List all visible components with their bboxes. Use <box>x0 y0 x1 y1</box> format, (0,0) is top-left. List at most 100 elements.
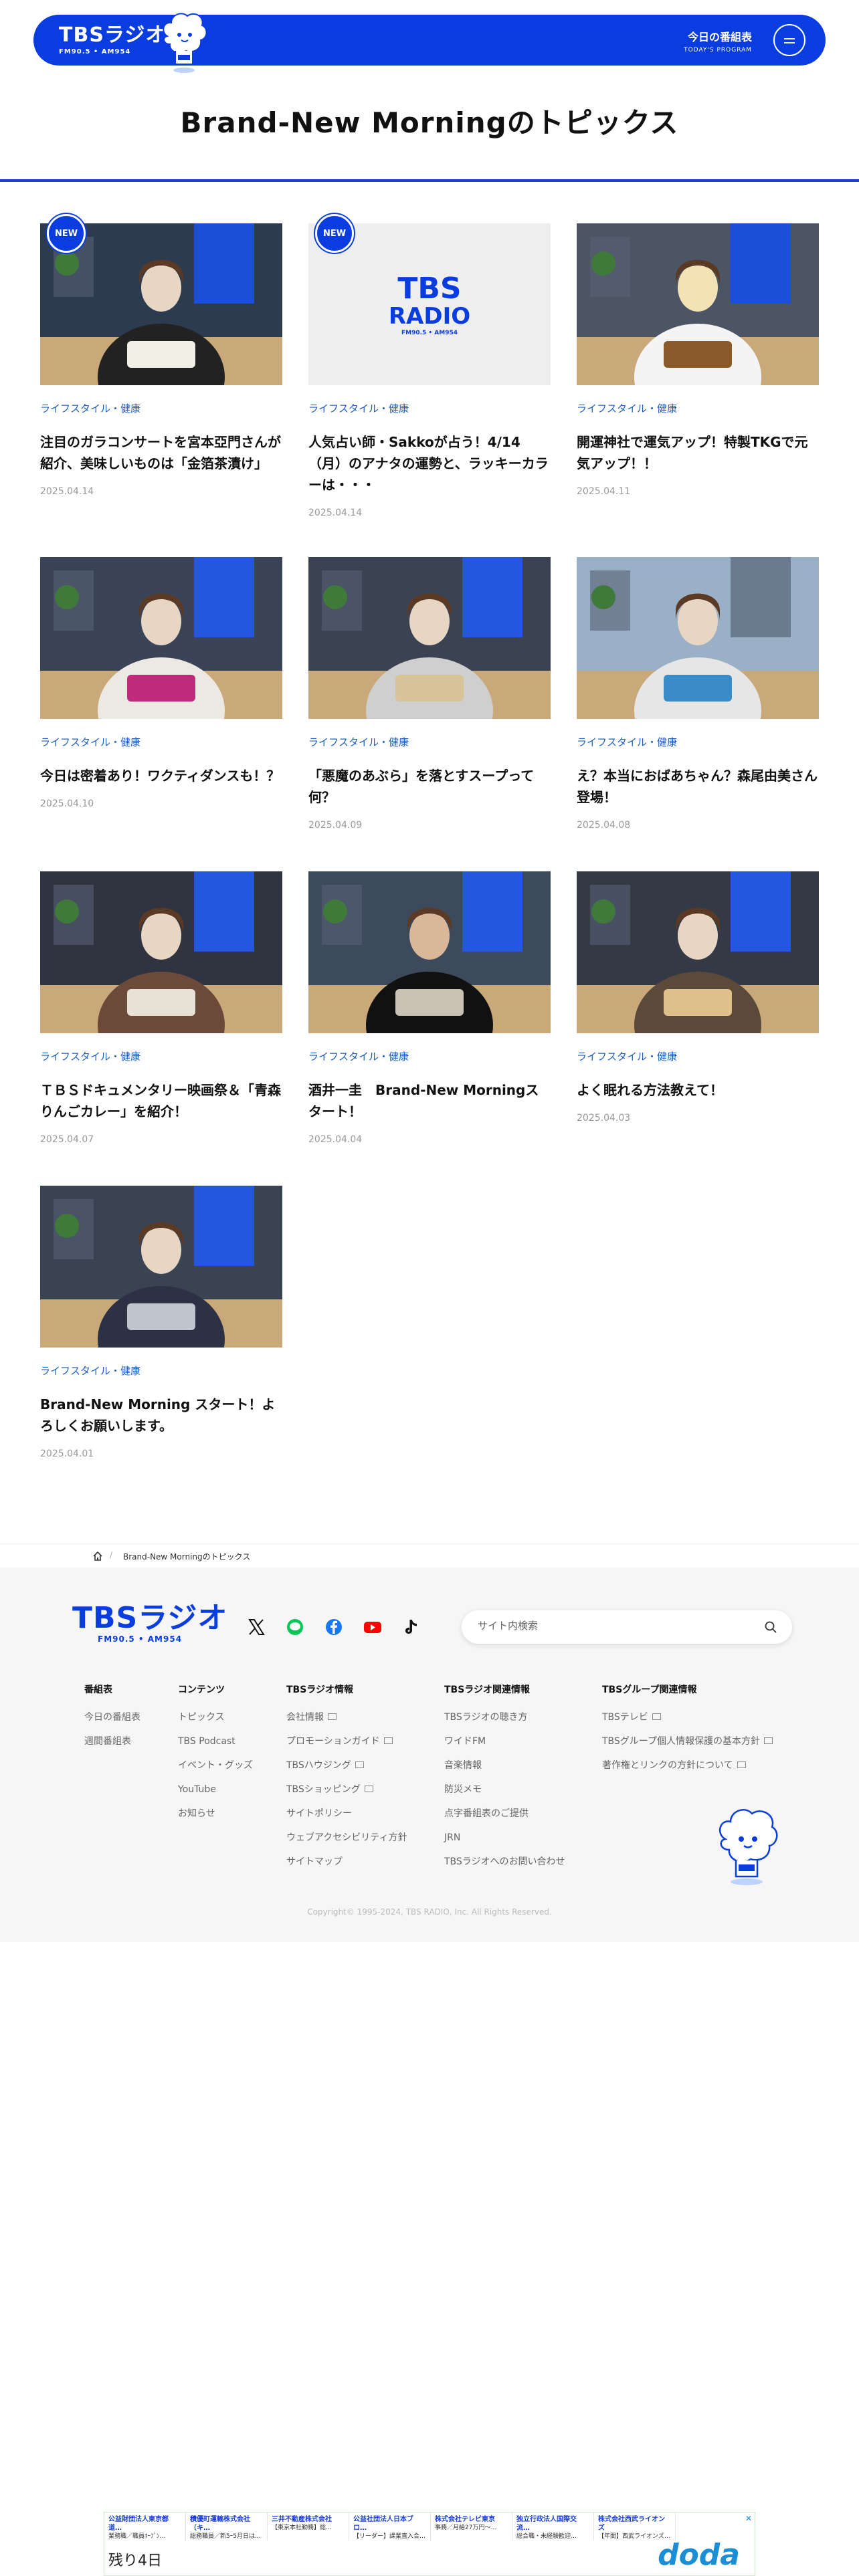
article-title[interactable]: Brand-New Morning スタート！よろしくお願いします。 <box>40 1394 282 1436</box>
article-title[interactable]: よく眠れる方法教えて！ <box>577 1079 819 1101</box>
article-thumbnail[interactable] <box>577 223 819 385</box>
footer-column-heading: 番組表 <box>84 1685 112 1695</box>
ad-company[interactable]: 公益財団法人東京都道… 業務職／職員ﾎｰﾌﾟﾝ… <box>104 2512 186 2541</box>
doda-logo[interactable]: doda <box>658 2538 740 2572</box>
ad-company[interactable]: 三井不動産株式会社 【東京本社勤務】総… <box>268 2512 349 2541</box>
footer-link[interactable]: ウェブアクセシビリティ方針 <box>286 1831 407 1855</box>
footer-link[interactable]: TBSラジオへのお問い合わせ <box>444 1855 565 1879</box>
footer-link[interactable]: 音楽情報 <box>444 1759 565 1783</box>
breadcrumb-current: Brand-New Morningのトピックス <box>123 1552 251 1562</box>
ad-company[interactable]: 独立行政法人国際交流… 総合職・未経験歓迎… <box>512 2512 594 2541</box>
facebook-icon[interactable] <box>324 1617 344 1637</box>
article-category[interactable]: ライフスタイル・健康 <box>40 401 282 415</box>
search-icon[interactable] <box>764 1620 777 1634</box>
footer-link[interactable]: TBSラジオの聴き方 <box>444 1711 565 1735</box>
footer-link[interactable]: プロモーションガイド <box>286 1735 407 1759</box>
footer-column: TBSラジオ情報 会社情報 プロモーションガイド TBSハウジング TBSショッピングサ… <box>286 1683 407 1879</box>
article-card[interactable]: ライフスタイル・健康 今日は密着あり！ワクティダンスも！？ 2025.04.10 <box>40 557 282 809</box>
article-category[interactable]: ライフスタイル・健康 <box>40 1364 282 1378</box>
footer-link[interactable]: トピックス <box>178 1711 253 1735</box>
footer-link[interactable]: JRN <box>444 1831 565 1855</box>
article-title[interactable]: え？本当におばあちゃん？森尾由美さん登場！ <box>577 765 819 808</box>
article-card[interactable]: ライフスタイル・健康 え？本当におばあちゃん？森尾由美さん登場！ 2025.04.0… <box>577 557 819 831</box>
footer-link[interactable]: 会社情報 <box>286 1711 407 1735</box>
article-category[interactable]: ライフスタイル・健康 <box>577 401 819 415</box>
footer-link[interactable]: 点字番組表のご提供 <box>444 1807 565 1831</box>
article-category[interactable]: ライフスタイル・健康 <box>308 1049 551 1063</box>
ad-company-name: 公益社団法人日本ブロ… <box>353 2516 413 2532</box>
article-thumbnail[interactable] <box>40 871 282 1033</box>
article-card[interactable]: ライフスタイル・健康 ＴＢＳドキュメンタリー映画祭＆「青森りんごカレー」を紹介！ 2… <box>40 871 282 1145</box>
menu-button[interactable] <box>773 24 805 56</box>
article-category[interactable]: ライフスタイル・健康 <box>308 401 551 415</box>
article-photo <box>308 871 551 1033</box>
footer-link[interactable]: TBS Podcast <box>178 1735 253 1759</box>
footer-link[interactable]: イベント・グッズ <box>178 1759 253 1783</box>
search-input[interactable] <box>478 1620 745 1632</box>
article-thumbnail[interactable] <box>40 1186 282 1348</box>
footer-link[interactable]: 防災メモ <box>444 1783 565 1807</box>
footer-link[interactable]: 週間番組表 <box>84 1735 140 1759</box>
footer-link[interactable]: TBSハウジング <box>286 1759 407 1783</box>
footer-link[interactable]: TBSテレビ <box>602 1711 773 1735</box>
ad-company[interactable]: 積優町運輸株式会社（キ… 総務職員／新5ｰ5月日は… <box>186 2512 268 2541</box>
footer-link[interactable]: 今日の番組表 <box>84 1711 140 1735</box>
todays-program-link[interactable]: 今日の番組表 TODAY'S PROGRAM <box>684 28 752 53</box>
footer-link-label: JRN <box>444 1832 461 1843</box>
article-category[interactable]: ライフスタイル・健康 <box>40 1049 282 1063</box>
footer-link[interactable]: TBSショッピング <box>286 1783 407 1807</box>
logo-text: TBSラジオ <box>59 23 167 47</box>
footer-logo[interactable]: TBSラジオ FM90.5 • AM954 <box>72 1602 227 1644</box>
article-thumbnail[interactable] <box>308 557 551 719</box>
article-card[interactable]: ライフスタイル・健康 酒井一圭 Brand-New Morningスタート！ 202… <box>308 871 551 1145</box>
footer-link[interactable]: サイトポリシー <box>286 1807 407 1831</box>
logo-frequency: FM90.5 • AM954 <box>59 48 131 56</box>
article-title[interactable]: 人気占い師・Sakkoが占う！4/14（月）のアナタの運勢と、ラッキーカラーは・… <box>308 431 551 496</box>
footer-column-heading: TBSラジオ関連情報 <box>444 1685 531 1695</box>
article-card[interactable]: NEW ライフスタイル・健康 注目のガラコンサートを宮本亞門さんが紹介、美味しいもの… <box>40 214 282 497</box>
footer-link[interactable]: サイトマップ <box>286 1855 407 1879</box>
home-icon[interactable] <box>92 1551 103 1562</box>
ad-company[interactable]: 株式会社西武ライオンズ 【年間】西武ライオンズ… <box>594 2512 676 2541</box>
article-thumbnail[interactable] <box>577 871 819 1033</box>
article-title[interactable]: 開運神社で運気アップ！特製TKGで元気アップ！！ <box>577 431 819 474</box>
article-card[interactable]: ライフスタイル・健康 Brand-New Morning スタート！よろしくお願い… <box>40 1186 282 1459</box>
line-icon[interactable] <box>285 1617 305 1637</box>
site-search[interactable] <box>462 1610 792 1644</box>
tbs-radio-logo[interactable]: TBSラジオ FM90.5 • AM954 <box>59 24 166 56</box>
tiktok-icon[interactable] <box>401 1617 421 1637</box>
job-ad-banner[interactable]: 公益財団法人東京都道… 業務職／職員ﾎｰﾌﾟﾝ… 積優町運輸株式会社（キ… 総務職員／… <box>104 2512 755 2576</box>
article-title[interactable]: 「悪魔のあぶら」を落とすスープって何？ <box>308 765 551 808</box>
article-category[interactable]: ライフスタイル・健康 <box>577 735 819 749</box>
article-title[interactable]: 酒井一圭 Brand-New Morningスタート！ <box>308 1079 551 1122</box>
footer-link[interactable]: TBSグループ個人情報保護の基本方針 <box>602 1735 773 1759</box>
article-thumbnail[interactable] <box>40 557 282 719</box>
ad-company[interactable]: 公益社団法人日本ブロ… 【リーダー】課業直入合… <box>349 2512 431 2541</box>
ad-close-icon[interactable]: ✕ <box>745 2514 752 2523</box>
youtube-icon[interactable] <box>363 1617 383 1637</box>
article-category[interactable]: ライフスタイル・健康 <box>40 735 282 749</box>
ad-company-name: 独立行政法人国際交流… <box>516 2516 577 2532</box>
footer-link[interactable]: 著作権とリンクの方針について <box>602 1759 773 1783</box>
footer-column-heading: TBSグループ関連情報 <box>602 1685 697 1695</box>
article-card[interactable]: ライフスタイル・健康 よく眠れる方法教えて！ 2025.04.03 <box>577 871 819 1123</box>
article-date: 2025.04.11 <box>577 486 631 497</box>
article-card[interactable]: NEW TBS RADIO FM90.5 • AM954 ライフスタイル・健康 人気占い師… <box>308 214 551 518</box>
article-card[interactable]: ライフスタイル・健康 「悪魔のあぶら」を落とすスープって何？ 2025.04.09 <box>308 557 551 831</box>
article-card[interactable]: ライフスタイル・健康開運神社で運気アップ！特製TKGで元気アップ！！ 2025.0… <box>577 223 819 497</box>
article-thumbnail[interactable] <box>577 557 819 719</box>
footer-link[interactable]: YouTube <box>178 1783 253 1807</box>
article-category[interactable]: ライフスタイル・健康 <box>577 1049 819 1063</box>
footer-link[interactable]: ワイドFM <box>444 1735 565 1759</box>
article-title[interactable]: 注目のガラコンサートを宮本亞門さんが紹介、美味しいものは「金箔茶漬け」 <box>40 431 282 474</box>
footer-link[interactable]: お知らせ <box>178 1807 253 1831</box>
article-thumbnail[interactable] <box>308 871 551 1033</box>
ad-company[interactable]: 株式会社テレビ東京 事務／月給27万円～… <box>431 2512 512 2541</box>
article-title[interactable]: ＴＢＳドキュメンタリー映画祭＆「青森りんごカレー」を紹介！ <box>40 1079 282 1122</box>
footer-link-label: TBSハウジング <box>286 1760 351 1771</box>
x-twitter-icon[interactable] <box>246 1617 266 1637</box>
mascot-icon <box>163 13 207 73</box>
article-category[interactable]: ライフスタイル・健康 <box>308 735 551 749</box>
breadcrumb: / Brand-New Morningのトピックス <box>0 1543 859 1568</box>
article-title[interactable]: 今日は密着あり！ワクティダンスも！？ <box>40 765 282 786</box>
